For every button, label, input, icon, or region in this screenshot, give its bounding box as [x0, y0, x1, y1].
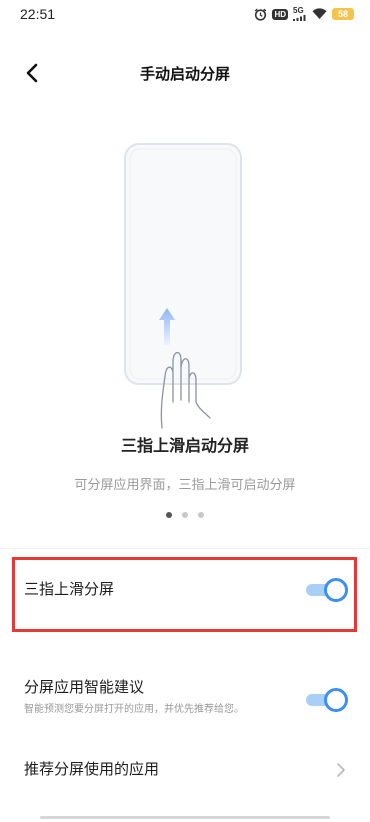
setting-label: 推荐分屏使用的应用	[24, 760, 160, 778]
smart-suggestion-toggle[interactable]	[304, 688, 348, 712]
setting-row-smart-suggestion[interactable]: 分屏应用智能建议 智能预测您要分屏打开的应用，并优先推荐给您。	[24, 676, 348, 726]
signal-label: 5G	[293, 6, 304, 15]
page-dot-3[interactable]	[198, 512, 204, 518]
phone-swipe-illustration	[118, 140, 248, 430]
divider	[0, 548, 370, 549]
battery-icon: 58	[332, 8, 354, 20]
setting-row-recommended-apps[interactable]: 推荐分屏使用的应用	[24, 758, 348, 782]
chevron-right-icon	[337, 763, 345, 777]
page-dot-1[interactable]	[166, 512, 172, 518]
setting-description: 智能预测您要分屏打开的应用，并优先推荐给您。	[24, 704, 244, 715]
page-dot-2[interactable]	[182, 512, 188, 518]
navigation-bar[interactable]	[40, 816, 330, 819]
alarm-icon	[254, 8, 267, 21]
header: 手动启动分屏	[0, 50, 370, 94]
illustration-caption: 三指上滑启动分屏	[120, 436, 249, 455]
wifi-icon	[312, 8, 327, 20]
toggle-knob	[324, 688, 348, 712]
highlight-box	[12, 557, 357, 632]
illustration-subtitle: 可分屏应用界面，三指上滑可启动分屏	[74, 478, 296, 493]
setting-label: 分屏应用智能建议	[24, 678, 145, 696]
cellular-signal-icon: 5G	[293, 7, 307, 21]
page-title: 手动启动分屏	[139, 65, 230, 83]
status-bar: 22:51 HD 5G 58	[0, 0, 370, 30]
status-icons: HD 5G 58	[254, 7, 354, 21]
status-time: 22:51	[20, 6, 56, 22]
hd-icon: HD	[272, 8, 288, 20]
page-indicator	[0, 512, 370, 518]
